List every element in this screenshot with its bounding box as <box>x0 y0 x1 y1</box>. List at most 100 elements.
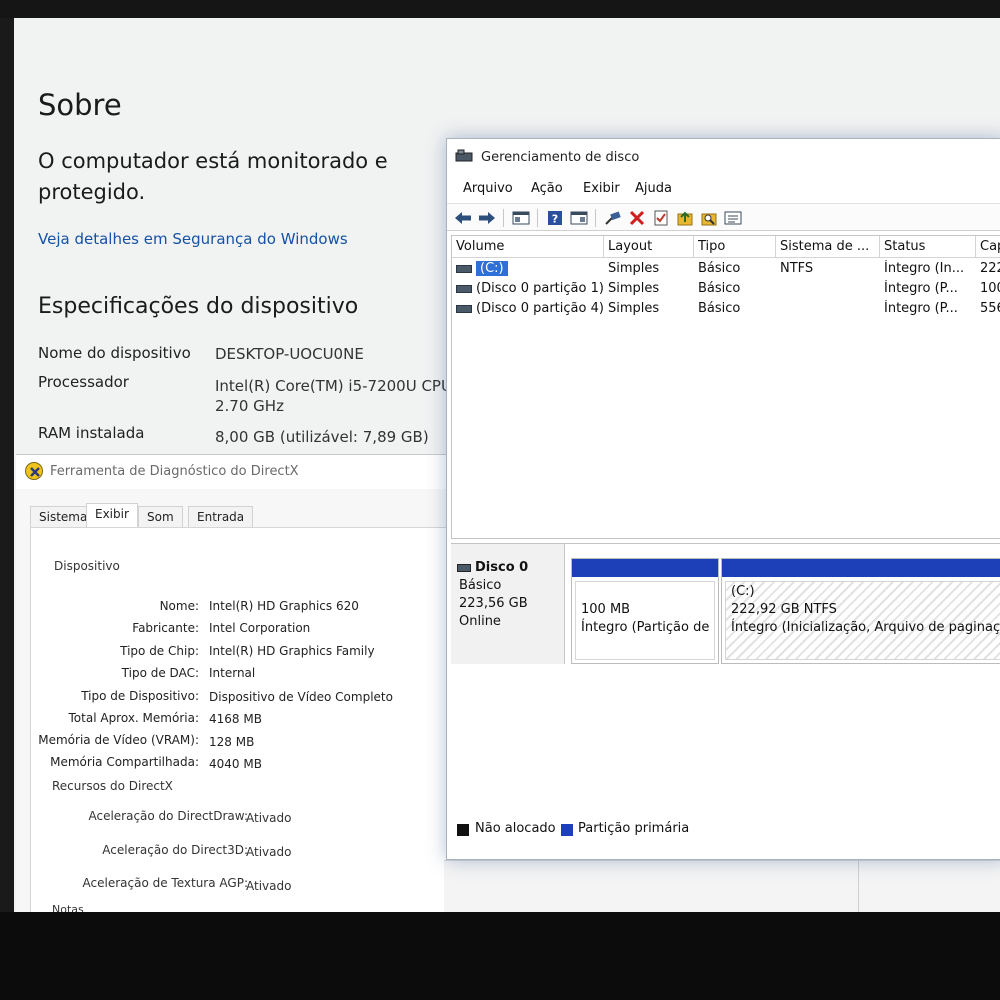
column-header-status[interactable]: Status <box>880 236 976 258</box>
svg-text:?: ? <box>552 213 558 226</box>
dac-type-value: Internal <box>209 666 256 680</box>
partition-bar <box>722 559 1000 577</box>
diskmgmt-title: Gerenciamento de disco <box>481 150 640 165</box>
settings-about-page: Sobre O computador está monitorado e pro… <box>14 18 454 458</box>
device-type-value: Dispositivo de Vídeo Completo <box>209 690 393 704</box>
legend-unallocated: Não alocado <box>475 821 556 836</box>
tab-som[interactable]: Som <box>138 506 183 528</box>
partition-status: Íntegro (Inicialização, Arquivo de pagin… <box>731 620 1000 635</box>
protection-status-text: O computador está monitorado e protegido… <box>38 149 388 204</box>
menu-arquivo[interactable]: Arquivo <box>463 181 513 196</box>
forward-arrow-icon[interactable] <box>477 208 497 228</box>
menu-bar: Arquivo Ação Exibir Ajuda <box>447 177 1000 201</box>
directdraw-accel-label: Aceleração do DirectDraw: <box>88 809 248 823</box>
tab-entrada[interactable]: Entrada <box>188 506 254 528</box>
delete-icon[interactable] <box>627 208 647 228</box>
spec-value-device-name: DESKTOP-UOCU0NE <box>215 345 364 363</box>
volume-list: Volume Layout Tipo Sistema de ... Status… <box>451 235 1000 539</box>
device-name-label: Nome: <box>159 599 199 613</box>
security-details-link[interactable]: Veja detalhes em Segurança do Windows <box>38 230 348 248</box>
device-name-value: Intel(R) HD Graphics 620 <box>209 599 359 613</box>
table-row[interactable]: (C:) <box>452 260 604 280</box>
volume-filesystem: NTFS <box>780 261 814 276</box>
check-icon[interactable] <box>651 208 671 228</box>
spec-value-processor: Intel(R) Core(TM) i5-7200U CPU <box>215 377 452 395</box>
disk-management-window: Gerenciamento de disco Arquivo Ação Exib… <box>446 138 1000 860</box>
help-icon[interactable]: ? <box>545 208 565 228</box>
notes-label: Notas <box>52 903 84 912</box>
partition-c[interactable]: (C:) 222,92 GB NTFS Íntegro (Inicializaç… <box>721 558 1000 664</box>
device-specs-heading: Especificações do dispositivo <box>38 294 359 319</box>
directx-icon <box>25 462 43 480</box>
volume-icon <box>456 284 472 293</box>
partition-size: 222,92 GB NTFS <box>731 602 837 617</box>
volume-type: Básico <box>698 301 741 316</box>
toolbar: ? <box>447 203 1000 231</box>
spec-label-device-name: Nome do dispositivo <box>38 344 191 362</box>
disk-management-icon <box>455 149 473 162</box>
disk-state: Online <box>459 614 501 629</box>
monitor-bezel-left <box>0 18 14 918</box>
properties-icon[interactable] <box>569 208 589 228</box>
partition-body: 100 MB Íntegro (Partição de S <box>575 581 715 660</box>
screen: Sobre O computador está monitorado e pro… <box>14 18 1000 912</box>
spec-label-ram: RAM instalada <box>38 424 145 442</box>
list-icon[interactable] <box>723 208 743 228</box>
chip-type-value: Intel(R) HD Graphics Family <box>209 644 375 658</box>
spec-value-processor-speed: 2.70 GHz <box>215 397 284 415</box>
console-icon[interactable] <box>511 208 531 228</box>
diskmgmt-titlebar[interactable]: Gerenciamento de disco <box>447 139 1000 175</box>
vram-label: Memória de Vídeo (VRAM): <box>38 733 199 747</box>
partition-size: 100 MB <box>581 602 631 617</box>
toolbar-separator <box>503 209 504 227</box>
background-window-divider <box>858 860 859 912</box>
disk-graphical-view: Disco 0 Básico 223,56 GB Online 100 MB Í… <box>451 543 1000 855</box>
partition-status: Íntegro (Partição de S <box>581 620 715 635</box>
table-row[interactable]: (Disco 0 partição 4) <box>452 300 604 320</box>
back-arrow-icon[interactable] <box>453 208 473 228</box>
volume-icon <box>456 304 472 313</box>
partition-label: (C:) <box>731 584 755 599</box>
search-folder-icon[interactable] <box>699 208 719 228</box>
volume-icon <box>456 264 472 273</box>
shared-memory-value: 4040 MB <box>209 757 262 771</box>
background-window-strip <box>444 860 1000 912</box>
menu-acao[interactable]: Ação <box>531 181 563 196</box>
volume-capacity: 556 <box>980 301 1000 316</box>
volume-filesystem <box>776 280 784 300</box>
column-header-volume[interactable]: Volume <box>452 236 604 258</box>
volume-capacity: 222 <box>980 261 1000 276</box>
vram-value: 128 MB <box>209 735 255 749</box>
volume-name: (C:) <box>476 261 508 276</box>
chip-type-label: Tipo de Chip: <box>120 644 199 658</box>
manufacturer-value: Intel Corporation <box>209 621 311 635</box>
volume-filesystem <box>776 300 784 320</box>
dxdiag-title: Ferramenta de Diagnóstico do DirectX <box>50 464 299 479</box>
total-memory-label: Total Aprox. Memória: <box>68 711 199 725</box>
menu-ajuda[interactable]: Ajuda <box>635 181 672 196</box>
direct3d-accel-label: Aceleração do Direct3D: <box>102 843 248 857</box>
volume-layout: Simples <box>608 261 660 276</box>
dxdiag-titlebar[interactable]: Ferramenta de Diagnóstico do DirectX <box>16 455 456 489</box>
tab-exibir[interactable]: Exibir <box>86 503 138 528</box>
volume-status: Íntegro (P... <box>884 281 958 296</box>
partition-system[interactable]: 100 MB Íntegro (Partição de S <box>571 558 719 664</box>
disk-size: 223,56 GB <box>459 596 528 611</box>
column-header-layout[interactable]: Layout <box>604 236 694 258</box>
table-row[interactable]: (Disco 0 partição 1) <box>452 280 604 300</box>
volume-name: (Disco 0 partição 4) <box>476 301 604 316</box>
column-header-filesystem[interactable]: Sistema de ... <box>776 236 880 258</box>
legend-primary: Partição primária <box>578 821 690 836</box>
menu-exibir[interactable]: Exibir <box>583 181 620 196</box>
monitor-bezel-bottom <box>0 912 1000 1000</box>
partition-body: (C:) 222,92 GB NTFS Íntegro (Inicializaç… <box>725 581 1000 660</box>
column-header-tipo[interactable]: Tipo <box>694 236 776 258</box>
manufacturer-label: Fabricante: <box>132 621 199 635</box>
disk-0-info[interactable]: Disco 0 Básico 223,56 GB Online <box>451 544 565 664</box>
connect-icon[interactable] <box>603 208 623 228</box>
folder-up-icon[interactable] <box>675 208 695 228</box>
volume-type: Básico <box>698 261 741 276</box>
volume-name: (Disco 0 partição 1) <box>476 281 604 296</box>
column-header-capacity[interactable]: Cap <box>976 236 1000 258</box>
toolbar-separator <box>537 209 538 227</box>
